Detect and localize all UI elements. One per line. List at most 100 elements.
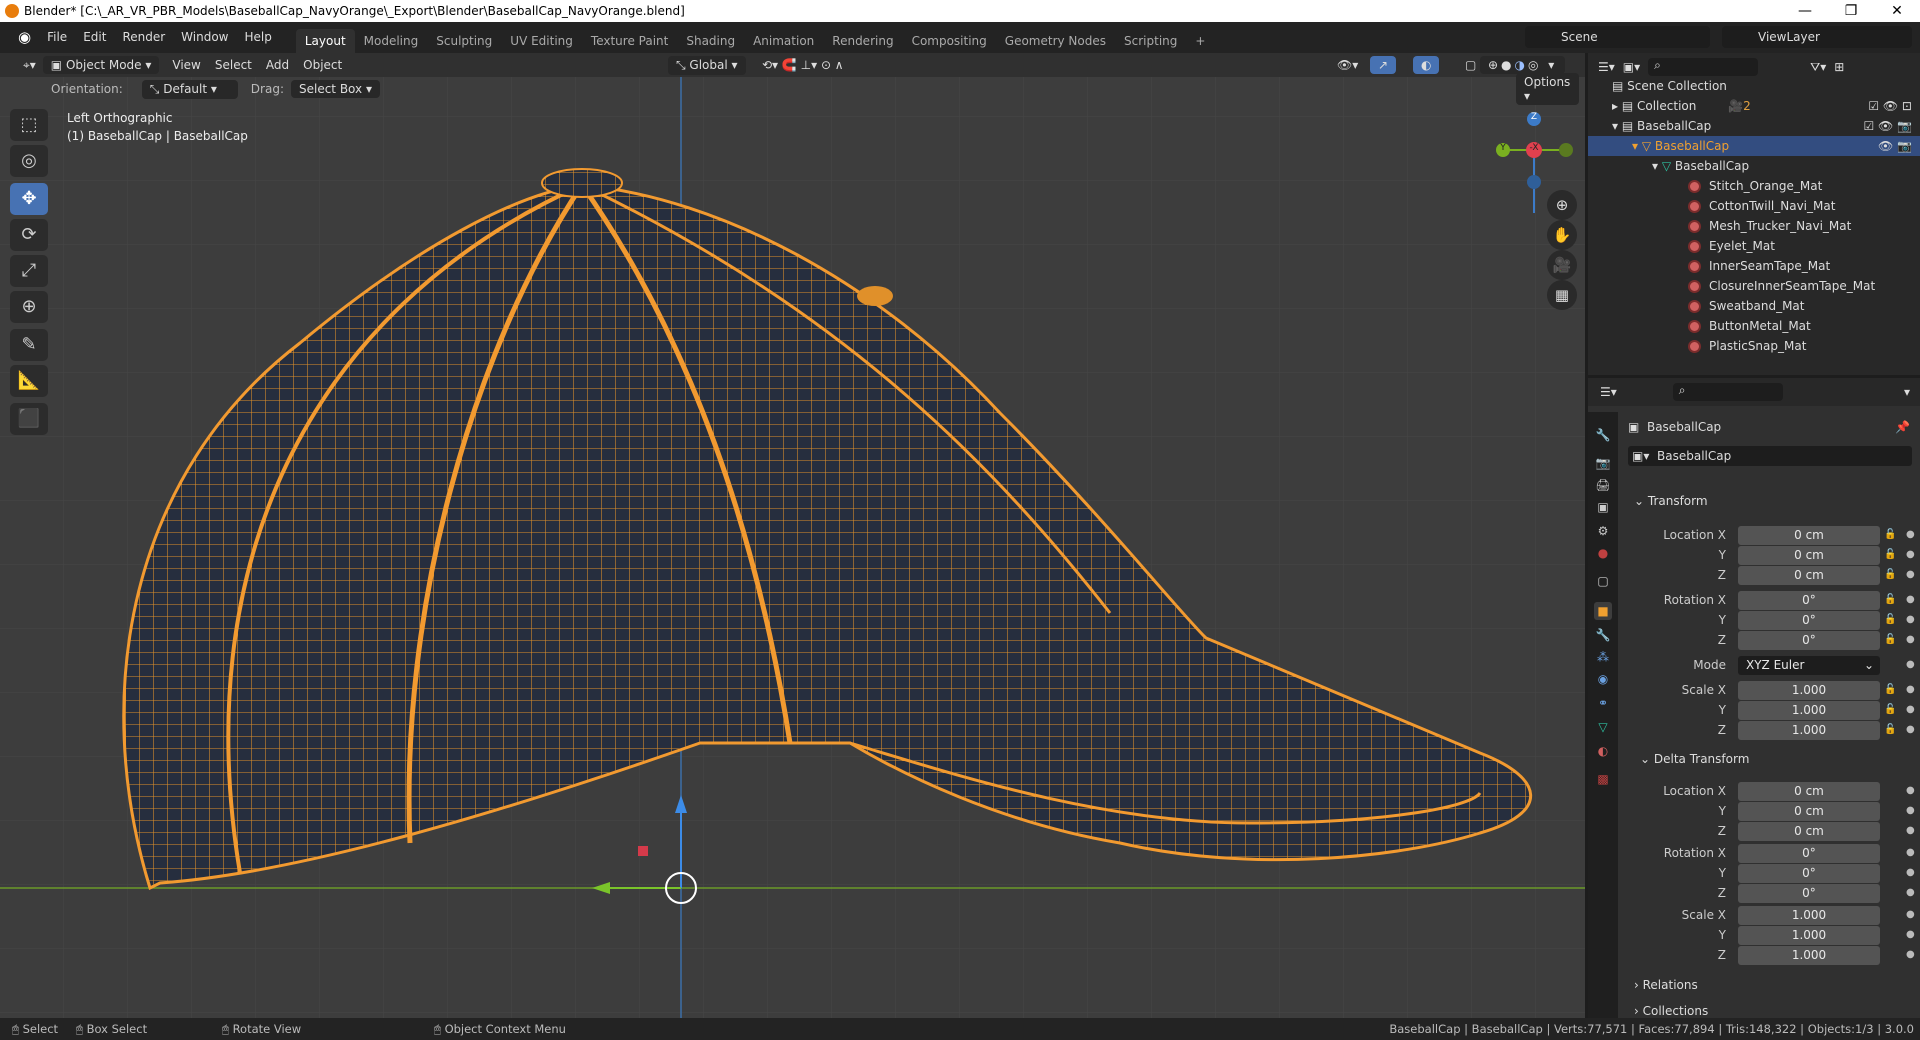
panel-title[interactable]: ⌄ Delta Transform — [1640, 752, 1749, 766]
viewport-menu-select[interactable]: Select — [208, 56, 259, 74]
workspace-tab-animation[interactable]: Animation — [744, 29, 823, 53]
property-field[interactable]: 0° — [1738, 631, 1880, 650]
keyframe-dot-icon[interactable]: ● — [1906, 949, 1915, 960]
pin-icon[interactable]: 📌 — [1895, 420, 1910, 434]
workspace-tab-sculpting[interactable]: Sculpting — [427, 29, 501, 53]
editor-type-icon[interactable]: ⌖▾ — [16, 56, 43, 75]
workspace-tab-compositing[interactable]: Compositing — [903, 29, 996, 53]
tab-object-icon[interactable]: ■ — [1594, 602, 1612, 620]
workspace-tab--[interactable]: + — [1186, 29, 1214, 53]
tab-tool-icon[interactable]: 🔧 — [1594, 426, 1612, 444]
workspace-tab-uv-editing[interactable]: UV Editing — [501, 29, 582, 53]
lock-icon[interactable]: 🔓 — [1884, 614, 1896, 625]
minimize-button[interactable]: — — [1782, 0, 1828, 22]
workspace-tab-geometry-nodes[interactable]: Geometry Nodes — [996, 29, 1115, 53]
property-field[interactable]: 1.000 — [1738, 926, 1880, 945]
property-field[interactable]: 0 cm — [1738, 526, 1880, 545]
panel-collections[interactable]: › Collections — [1634, 1004, 1708, 1018]
close-button[interactable]: ✕ — [1874, 0, 1920, 22]
visibility-icon[interactable]: 👁▾ — [1330, 56, 1365, 74]
keyframe-dot-icon[interactable]: ● — [1906, 929, 1915, 940]
viewlayer-selector[interactable]: ViewLayer — [1722, 26, 1912, 48]
menu-window[interactable]: Window — [173, 22, 236, 53]
tab-scene-icon[interactable]: ⚙ — [1594, 522, 1612, 540]
property-field[interactable]: 1.000 — [1738, 701, 1880, 720]
editor-type-icon[interactable]: ☰▾ — [1600, 385, 1617, 399]
lock-icon[interactable]: 🔓 — [1884, 684, 1896, 695]
transform-orientation-dropdown[interactable]: ⤡ Global ▾ — [668, 55, 746, 75]
keyframe-dot-icon[interactable]: ● — [1906, 724, 1915, 735]
keyframe-dot-icon[interactable]: ● — [1906, 684, 1915, 695]
collection-toggles[interactable]: ☑ 👁 ⊡ — [1868, 96, 1912, 116]
outliner-material[interactable]: InnerSeamTape_Mat — [1588, 256, 1920, 276]
outliner-material[interactable]: ButtonMetal_Mat — [1588, 316, 1920, 336]
outliner-mesh-data[interactable]: ▾ ▽ BaseballCap — [1588, 156, 1920, 176]
move-tool[interactable]: ✥ — [10, 183, 48, 215]
workspace-tab-shading[interactable]: Shading — [677, 29, 744, 53]
lock-icon[interactable]: 🔓 — [1884, 704, 1896, 715]
keyframe-dot-icon[interactable]: ● — [1906, 659, 1915, 670]
keyframe-dot-icon[interactable]: ● — [1906, 805, 1915, 816]
property-field[interactable]: 0° — [1738, 591, 1880, 610]
scene-selector[interactable]: Scene — [1525, 26, 1710, 48]
property-field[interactable]: 0 cm — [1738, 546, 1880, 565]
scale-tool[interactable]: ⤢ — [10, 255, 48, 287]
options-dropdown[interactable]: Options ▾ — [1516, 73, 1579, 105]
workspace-tab-rendering[interactable]: Rendering — [823, 29, 902, 53]
viewport-menu-view[interactable]: View — [165, 56, 207, 74]
outliner-collection[interactable]: ▸ ▤ Collection 🎥2 ☑ 👁 ⊡ — [1588, 96, 1920, 116]
outliner-material[interactable]: ClosureInnerSeamTape_Mat — [1588, 276, 1920, 296]
add-cube-tool[interactable]: ⬛ — [10, 403, 48, 435]
select-box-tool[interactable]: ⬚ — [10, 109, 48, 141]
camera-icon[interactable]: 🎥 — [1547, 250, 1577, 280]
keyframe-dot-icon[interactable]: ● — [1906, 614, 1915, 625]
keyframe-dot-icon[interactable]: ● — [1906, 867, 1915, 878]
blender-menu-icon[interactable]: ◉ — [10, 22, 39, 53]
workspace-tab-scripting[interactable]: Scripting — [1115, 29, 1186, 53]
tab-physics-icon[interactable]: ◉ — [1594, 670, 1612, 688]
property-field[interactable]: 0 cm — [1738, 822, 1880, 841]
gizmo-toggle-icon[interactable]: ↗ — [1370, 56, 1397, 74]
keyframe-dot-icon[interactable]: ● — [1906, 785, 1915, 796]
keyframe-dot-icon[interactable]: ● — [1906, 569, 1915, 580]
keyframe-dot-icon[interactable]: ● — [1906, 847, 1915, 858]
orientation-dropdown[interactable]: ⤡ Default ▾ — [141, 79, 238, 99]
tab-collection-icon[interactable]: ▢ — [1594, 572, 1612, 590]
keyframe-dot-icon[interactable]: ● — [1906, 909, 1915, 920]
property-field[interactable]: 0° — [1738, 884, 1880, 903]
view-layer-icon[interactable]: ▣▾ — [1623, 60, 1640, 74]
filter-icon[interactable]: ⛛▾ — [1810, 60, 1826, 75]
display-mode-icon[interactable]: ☰▾ — [1598, 60, 1615, 74]
grid-toggle-icon[interactable]: ▦ — [1547, 280, 1577, 310]
outliner-material[interactable]: Eyelet_Mat — [1588, 236, 1920, 256]
lock-icon[interactable]: 🔓 — [1884, 569, 1896, 580]
object-name-field[interactable]: ▣▾ BaseballCap — [1628, 446, 1912, 466]
tab-view-layer-icon[interactable]: ▣ — [1594, 498, 1612, 516]
tab-render-icon[interactable]: 📷 — [1594, 454, 1612, 472]
viewport-menu-object[interactable]: Object — [296, 56, 349, 74]
workspace-tab-texture-paint[interactable]: Texture Paint — [582, 29, 677, 53]
workspace-tab-modeling[interactable]: Modeling — [355, 29, 428, 53]
property-field[interactable]: 0 cm — [1738, 802, 1880, 821]
keyframe-dot-icon[interactable]: ● — [1906, 594, 1915, 605]
workspace-tab-layout[interactable]: Layout — [295, 29, 355, 53]
object-toggles[interactable]: 👁 📷 — [1878, 136, 1912, 156]
keyframe-dot-icon[interactable]: ● — [1906, 549, 1915, 560]
outliner-material[interactable]: Mesh_Trucker_Navi_Mat — [1588, 216, 1920, 236]
drag-dropdown[interactable]: Select Box ▾ — [290, 80, 380, 98]
panel-title[interactable]: ⌄ Transform — [1634, 494, 1708, 508]
keyframe-dot-icon[interactable]: ● — [1906, 529, 1915, 540]
menu-render[interactable]: Render — [114, 22, 173, 53]
outliner-scene-collection[interactable]: ▤ Scene Collection — [1588, 76, 1920, 96]
property-field[interactable]: 0 cm — [1738, 566, 1880, 585]
panel-relations[interactable]: › Relations — [1634, 978, 1698, 992]
overlay-toggle-icon[interactable]: ◐ — [1413, 56, 1440, 74]
outliner-object-baseballcap[interactable]: ▾ ▽ BaseballCap 👁 📷 — [1588, 136, 1920, 156]
tab-world-icon[interactable]: ● — [1594, 544, 1612, 562]
transform-tool[interactable]: ⊕ — [10, 291, 48, 323]
outliner-cap-collection[interactable]: ▾ ▤ BaseballCap ☑ 👁 📷 — [1588, 116, 1920, 136]
tab-modifier-icon[interactable]: 🔧 — [1594, 626, 1612, 644]
keyframe-dot-icon[interactable]: ● — [1906, 825, 1915, 836]
cursor-tool[interactable]: ◎ — [10, 145, 48, 177]
measure-tool[interactable]: 📐 — [10, 365, 48, 397]
